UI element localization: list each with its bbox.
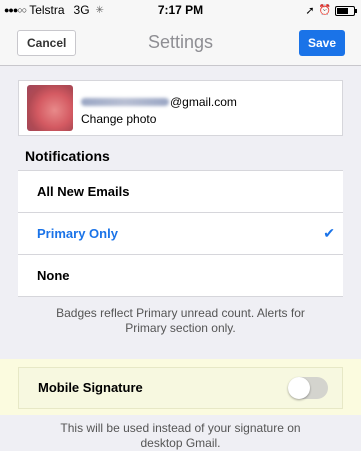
email-domain: @gmail.com — [170, 95, 237, 109]
signature-toggle[interactable] — [288, 377, 328, 399]
option-none[interactable]: None — [18, 255, 343, 297]
account-row[interactable]: @gmail.com Change photo — [18, 80, 343, 136]
notifications-list: All New Emails Primary Only ✔ None — [18, 170, 343, 297]
option-primary-only[interactable]: Primary Only ✔ — [18, 213, 343, 255]
alarm-icon: ⏰ — [318, 5, 331, 16]
option-label: Primary Only — [37, 226, 118, 241]
account-email: @gmail.com — [81, 95, 237, 109]
notifications-title: Notifications — [25, 148, 110, 164]
save-button[interactable]: Save — [298, 30, 345, 56]
status-bar: ●●●○○ Telstra 3G ✳ 7:17 PM ➚ ⏰ — [0, 0, 361, 20]
signature-note: This will be used instead of your signat… — [60, 421, 301, 450]
location-icon: ➚ — [305, 5, 315, 17]
option-label: None — [37, 268, 70, 283]
checkmark-icon: ✔ — [323, 225, 335, 241]
nav-bar: Cancel Settings Save — [0, 20, 361, 66]
notifications-note: Badges reflect Primary unread count. Ale… — [56, 306, 305, 335]
battery-icon — [335, 5, 357, 16]
option-all-new-emails[interactable]: All New Emails — [18, 171, 343, 213]
option-label: All New Emails — [37, 184, 130, 199]
toggle-knob[interactable] — [288, 377, 310, 399]
signature-row[interactable]: Mobile Signature — [18, 367, 343, 409]
change-photo-link[interactable]: Change photo — [81, 112, 156, 126]
signature-label: Mobile Signature — [38, 380, 143, 395]
status-right: ➚ ⏰ — [305, 4, 357, 17]
email-redacted — [81, 98, 169, 106]
avatar[interactable] — [27, 85, 73, 131]
